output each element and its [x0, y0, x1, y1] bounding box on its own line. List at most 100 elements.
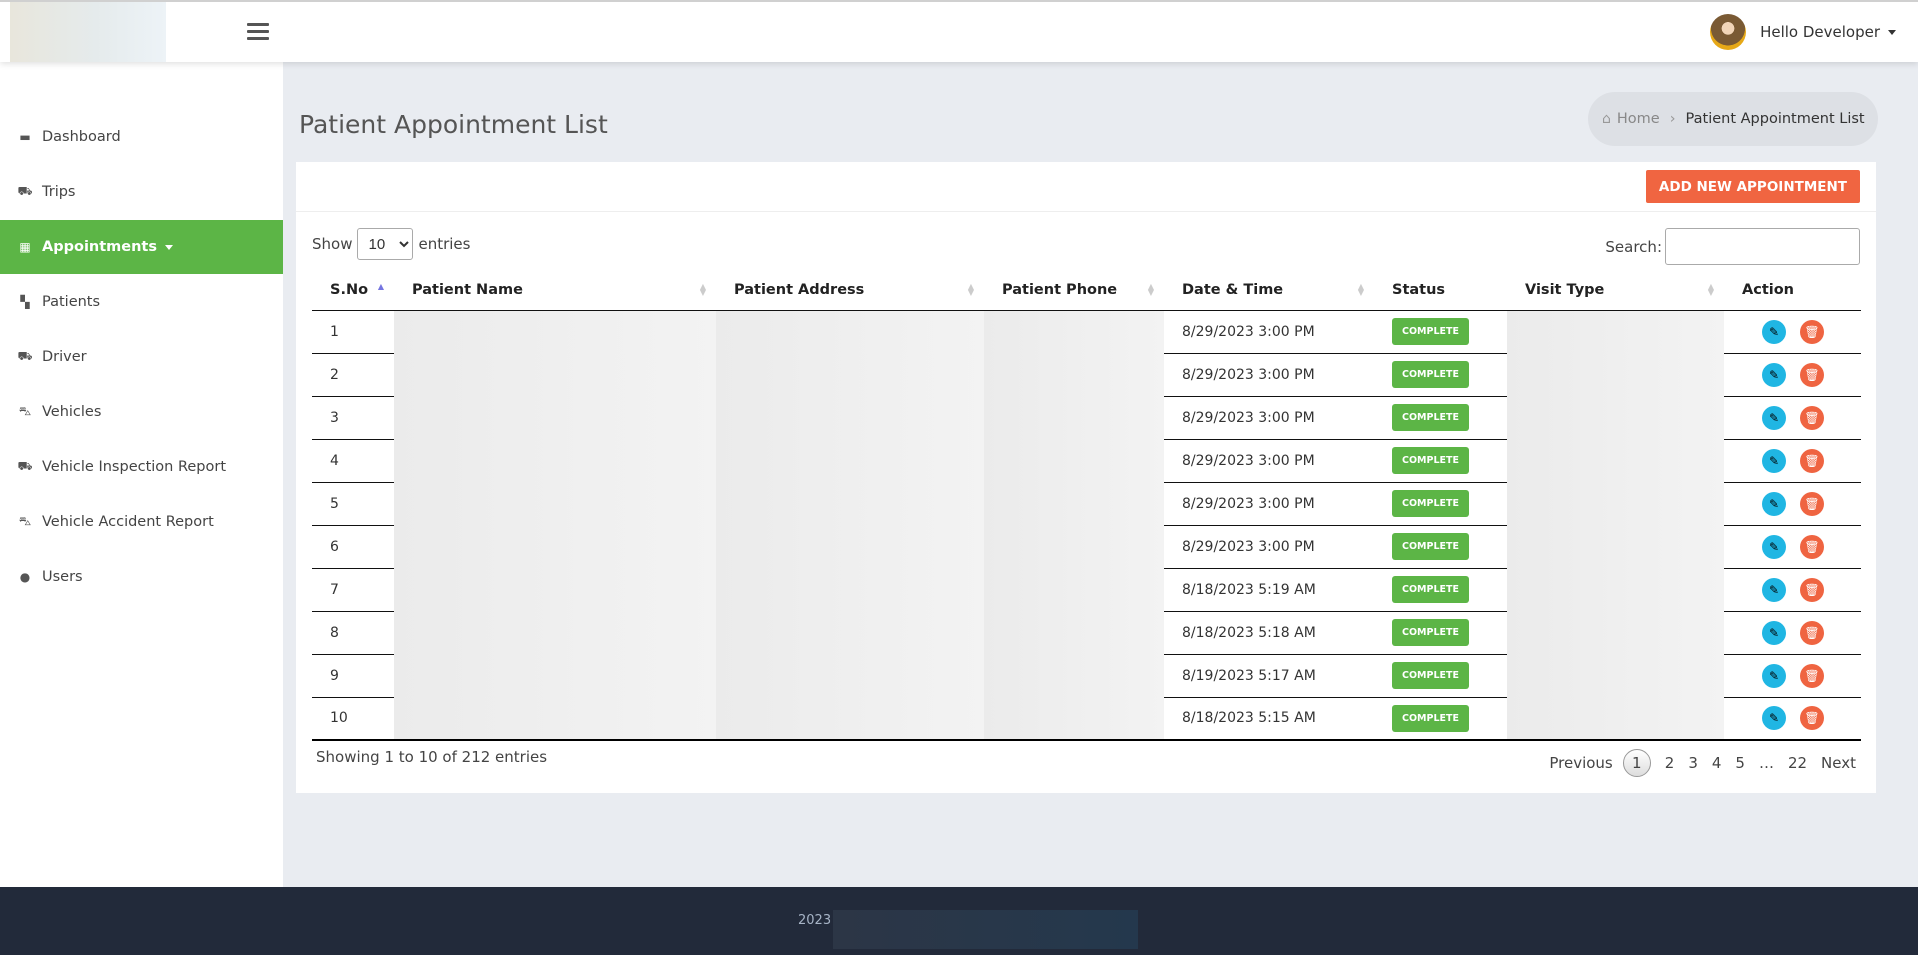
edit-button[interactable]: ✎: [1762, 663, 1786, 688]
pencil-icon: ✎: [1768, 453, 1780, 468]
sidebar-item-dashboard[interactable]: ▬ Dashboard: [0, 110, 283, 164]
datetime-cell: 8/18/2023 5:18 AM: [1164, 611, 1374, 655]
datetime-cell: 8/29/2023 3:00 PM: [1164, 396, 1374, 440]
table-row: 7 8/18/2023 5:19 AM COMPLETE ✎ 🗑: [312, 568, 1861, 612]
patient-phone-cell-redacted: [984, 310, 1164, 353]
edit-button[interactable]: ✎: [1762, 534, 1786, 559]
pagination-page-3[interactable]: 3: [1688, 754, 1698, 772]
menu-toggle-icon[interactable]: [247, 23, 269, 41]
column-header-s-no[interactable]: S.No ▲: [312, 270, 394, 311]
edit-button[interactable]: ✎: [1762, 620, 1786, 645]
sidebar-item-vehicles[interactable]: ⛍ Vehicles: [0, 385, 283, 439]
edit-button[interactable]: ✎: [1762, 448, 1786, 473]
patient-address-cell-redacted: [716, 525, 984, 568]
delete-button[interactable]: 🗑: [1800, 577, 1824, 602]
breadcrumb-current: Patient Appointment List: [1685, 111, 1865, 127]
delete-button[interactable]: 🗑: [1800, 448, 1824, 473]
status-badge: COMPLETE: [1392, 662, 1469, 689]
delete-button[interactable]: 🗑: [1800, 620, 1824, 645]
column-header-patient-address[interactable]: Patient Address ▲ ▼: [716, 270, 984, 311]
show-label: Show: [312, 235, 353, 253]
status-cell: COMPLETE: [1374, 482, 1507, 526]
delete-button[interactable]: 🗑: [1800, 534, 1824, 559]
hospital-user-icon: ▚: [20, 295, 30, 309]
edit-button[interactable]: ✎: [1762, 706, 1786, 731]
delete-button[interactable]: 🗑: [1800, 319, 1824, 344]
status-badge: COMPLETE: [1392, 318, 1469, 345]
pagination-page-2[interactable]: 2: [1665, 754, 1675, 772]
card-header: ADD NEW APPOINTMENT: [296, 162, 1876, 212]
sno-cell: 9: [312, 654, 394, 698]
trash-icon: 🗑: [1804, 582, 1820, 597]
pagination-page-22[interactable]: 22: [1788, 754, 1807, 772]
edit-button[interactable]: ✎: [1762, 405, 1786, 430]
patient-address-cell-redacted: [716, 353, 984, 396]
sidebar-item-label: Appointments: [42, 239, 157, 255]
delete-button[interactable]: 🗑: [1800, 663, 1824, 688]
status-badge: COMPLETE: [1392, 447, 1469, 474]
column-label: S.No: [330, 281, 369, 298]
column-header-patient-name[interactable]: Patient Name ▲ ▼: [394, 270, 716, 311]
pagination-previous[interactable]: Previous: [1549, 754, 1612, 772]
logo[interactable]: [10, 2, 166, 62]
trash-icon: 🗑: [1804, 496, 1820, 511]
status-cell: COMPLETE: [1374, 353, 1507, 397]
delete-button[interactable]: 🗑: [1800, 491, 1824, 516]
datetime-cell: 8/29/2023 3:00 PM: [1164, 310, 1374, 354]
sort-asc-icon[interactable]: ▲: [378, 283, 384, 291]
column-header-date-time[interactable]: Date & Time ▲ ▼: [1164, 270, 1374, 311]
datetime-cell: 8/29/2023 3:00 PM: [1164, 353, 1374, 397]
sort-icon[interactable]: ▲ ▼: [700, 283, 706, 297]
column-header-status[interactable]: Status: [1374, 270, 1507, 311]
pagination-page-4[interactable]: 4: [1712, 754, 1722, 772]
edit-button[interactable]: ✎: [1762, 577, 1786, 602]
action-cell: ✎ 🗑: [1724, 353, 1861, 397]
pagination-next[interactable]: Next: [1821, 754, 1856, 772]
breadcrumb-home[interactable]: Home: [1617, 111, 1660, 127]
edit-button[interactable]: ✎: [1762, 319, 1786, 344]
pagination-page-5[interactable]: 5: [1735, 754, 1745, 772]
delete-button[interactable]: 🗑: [1800, 362, 1824, 387]
sidebar-item-driver[interactable]: ⛟ Driver: [0, 330, 283, 384]
pencil-icon: ✎: [1768, 324, 1780, 339]
user-menu[interactable]: Hello Developer: [1710, 14, 1896, 50]
delete-button[interactable]: 🗑: [1800, 706, 1824, 731]
sort-icon[interactable]: ▲ ▼: [1708, 283, 1714, 297]
sort-icon[interactable]: ▲ ▼: [968, 283, 974, 297]
action-cell: ✎ 🗑: [1724, 697, 1861, 741]
column-header-patient-phone[interactable]: Patient Phone ▲ ▼: [984, 270, 1164, 311]
column-header-visit-type[interactable]: Visit Type ▲ ▼: [1507, 270, 1724, 311]
trash-icon: 🗑: [1804, 711, 1820, 726]
sidebar-item-vehicle-accident-report[interactable]: ⛍ Vehicle Accident Report: [0, 495, 283, 549]
sno-cell: 4: [312, 439, 394, 483]
sidebar-item-vehicle-inspection-report[interactable]: ⛟ Vehicle Inspection Report: [0, 440, 283, 494]
search-input[interactable]: [1665, 228, 1860, 265]
sidebar-item-trips[interactable]: ⛟ Trips: [0, 165, 283, 219]
sidebar-item-patients[interactable]: ▚ Patients: [0, 275, 283, 329]
patient-phone-cell-redacted: [984, 568, 1164, 611]
sno-cell: 7: [312, 568, 394, 612]
patient-name-cell-redacted: [394, 396, 716, 439]
sidebar-item-users[interactable]: ● Users: [0, 550, 283, 604]
column-label: Status: [1392, 281, 1446, 298]
table-header-row: S.No ▲ Patient Name ▲ ▼ Patient Address ▲ ▼ Pati…: [312, 270, 1861, 311]
patient-name-cell-redacted: [394, 439, 716, 482]
footer: 2023: [0, 887, 1918, 955]
column-label: Patient Phone: [1002, 281, 1118, 298]
sort-icon[interactable]: ▲ ▼: [1358, 283, 1364, 297]
edit-button[interactable]: ✎: [1762, 362, 1786, 387]
column-header-action[interactable]: Action: [1724, 270, 1861, 311]
column-label: Date & Time: [1182, 281, 1284, 298]
sort-icon[interactable]: ▲ ▼: [1148, 283, 1154, 297]
edit-button[interactable]: ✎: [1762, 491, 1786, 516]
search-control: Search:: [1605, 228, 1860, 265]
page-length-select[interactable]: 10: [357, 228, 414, 260]
page-length-control: Show 10 entries: [312, 228, 470, 260]
delete-button[interactable]: 🗑: [1800, 405, 1824, 430]
trash-icon: 🗑: [1804, 625, 1820, 640]
sidebar-item-appointments[interactable]: ▦ Appointments: [0, 220, 283, 274]
status-badge: COMPLETE: [1392, 704, 1469, 732]
add-new-appointment-button[interactable]: ADD NEW APPOINTMENT: [1645, 170, 1860, 203]
entries-label: entries: [418, 235, 471, 253]
pagination-page-1[interactable]: 1: [1622, 749, 1651, 777]
